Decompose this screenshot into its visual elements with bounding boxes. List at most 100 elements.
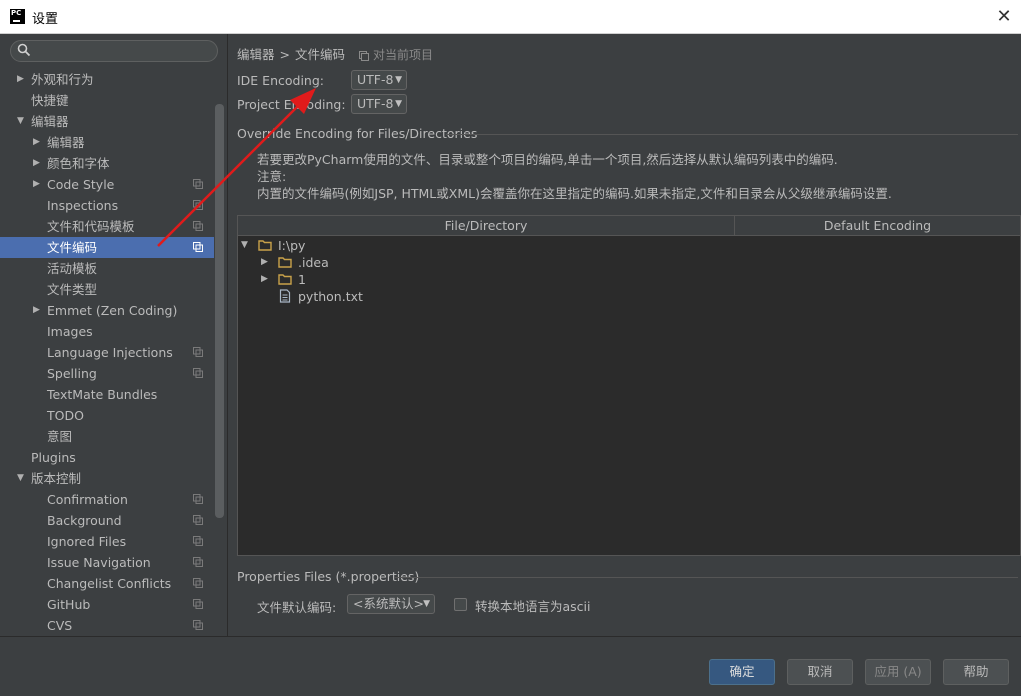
native-to-ascii-checkbox[interactable] — [454, 598, 467, 611]
ide-encoding-label: IDE Encoding: — [237, 73, 324, 88]
project-scope-icon — [193, 620, 203, 630]
project-encoding-select[interactable]: UTF-8 ▼ — [351, 94, 407, 114]
section-divider — [446, 134, 1018, 135]
project-scope-icon — [193, 515, 203, 525]
sidebar-item[interactable]: Images — [0, 321, 214, 342]
project-scope-icon — [193, 536, 203, 546]
sidebar-item-label: 编辑器 — [47, 135, 85, 150]
settings-content: 编辑器 > 文件编码 对当前项目 IDE Encoding: UTF-8 ▼ Pro… — [228, 34, 1021, 636]
expanded-arrow-icon[interactable]: ▼ — [17, 111, 27, 132]
apply-button[interactable]: 应用 (A) — [865, 659, 931, 685]
sidebar-item[interactable]: Inspections — [0, 195, 214, 216]
ide-encoding-select[interactable]: UTF-8 ▼ — [351, 70, 407, 90]
sidebar-item[interactable]: GitHub — [0, 594, 214, 615]
sidebar-item[interactable]: ▶ 颜色和字体 — [0, 153, 214, 174]
sidebar-item[interactable]: ▼ 编辑器 — [0, 111, 214, 132]
table-row[interactable]: ▼ I:\py — [238, 237, 734, 254]
sidebar-item-label: 版本控制 — [31, 471, 82, 486]
project-scope-icon — [193, 347, 203, 357]
file-name: I:\py — [278, 238, 306, 253]
sidebar-item[interactable]: Issue Navigation — [0, 552, 214, 573]
sidebar-item[interactable]: Plugins — [0, 447, 214, 468]
sidebar-item[interactable]: ▶ 外观和行为 — [0, 69, 214, 90]
collapsed-arrow-icon[interactable]: ▶ — [261, 254, 268, 271]
folder-icon — [278, 274, 292, 285]
collapsed-arrow-icon[interactable]: ▶ — [33, 174, 43, 195]
project-scope-icon — [193, 368, 203, 378]
ok-button[interactable]: 确定 — [709, 659, 775, 685]
sidebar-item[interactable]: TextMate Bundles — [0, 384, 214, 405]
collapsed-arrow-icon[interactable]: ▶ — [261, 271, 268, 288]
sidebar-item-label: Images — [47, 324, 93, 339]
chevron-down-icon: ▼ — [395, 75, 402, 85]
project-scope-icon — [193, 221, 203, 231]
project-encoding-value: UTF-8 — [357, 96, 394, 111]
close-icon[interactable]: ✕ — [993, 6, 1015, 28]
collapsed-arrow-icon[interactable]: ▶ — [33, 300, 43, 321]
breadcrumb: 编辑器 > 文件编码 对当前项目 — [237, 44, 433, 63]
sidebar-item-label: Language Injections — [47, 345, 173, 360]
column-header-file-directory[interactable]: File/Directory — [238, 216, 735, 235]
sidebar-item[interactable]: Spelling — [0, 363, 214, 384]
sidebar-item[interactable]: Background — [0, 510, 214, 531]
cancel-button[interactable]: 取消 — [787, 659, 853, 685]
collapsed-arrow-icon[interactable]: ▶ — [33, 132, 43, 153]
search-input[interactable] — [35, 42, 215, 62]
expanded-arrow-icon[interactable]: ▼ — [241, 237, 248, 254]
sidebar-item-label: Plugins — [31, 450, 76, 465]
sidebar-item[interactable]: 活动模板 — [0, 258, 214, 279]
sidebar-item[interactable]: 快捷键 — [0, 90, 214, 111]
file-name: python.txt — [298, 289, 363, 304]
collapsed-arrow-icon[interactable]: ▶ — [33, 153, 43, 174]
sidebar-item[interactable]: TODO — [0, 405, 214, 426]
description-line: 注意: — [257, 169, 287, 184]
settings-tree: ▶ 外观和行为 快捷键 ▼ 编辑器 ▶ 编辑器 ▶ 颜色和字体 ▶ Code Style Inspec… — [0, 69, 214, 636]
sidebar-item[interactable]: CVS — [0, 615, 214, 636]
sidebar-item[interactable]: ▼ 版本控制 — [0, 468, 214, 489]
properties-encoding-select[interactable]: <系统默认> ▼ — [347, 594, 435, 614]
sidebar-scrollbar[interactable] — [215, 104, 224, 518]
folder-icon — [258, 240, 272, 251]
sidebar-item[interactable]: 意图 — [0, 426, 214, 447]
sidebar-item-label: Spelling — [47, 366, 97, 381]
sidebar-item-label: 活动模板 — [47, 261, 98, 276]
scope-label: 对当前项目 — [373, 48, 434, 62]
table-row[interactable]: ▶ .idea — [238, 254, 734, 271]
sidebar-item-label: Issue Navigation — [47, 555, 151, 570]
column-header-default-encoding[interactable]: Default Encoding — [735, 216, 1020, 235]
sidebar-item[interactable]: Changelist Conflicts — [0, 573, 214, 594]
sidebar-item-label: 编辑器 — [31, 114, 69, 129]
sidebar-item-label: Code Style — [47, 177, 115, 192]
search-box[interactable] — [10, 40, 218, 62]
sidebar-item[interactable]: Ignored Files — [0, 531, 214, 552]
sidebar-item-label: TextMate Bundles — [47, 387, 158, 402]
sidebar-item-label: Emmet (Zen Coding) — [47, 303, 178, 318]
sidebar-item[interactable]: Language Injections — [0, 342, 214, 363]
expanded-arrow-icon[interactable]: ▼ — [17, 468, 27, 489]
table-row[interactable]: ▶ 1 — [238, 271, 734, 288]
help-button[interactable]: 帮助 — [943, 659, 1009, 685]
project-scope-icon — [193, 599, 203, 609]
sidebar-item-label: Confirmation — [47, 492, 128, 507]
sidebar-item[interactable]: 文件类型 — [0, 279, 214, 300]
sidebar-item-label: 文件编码 — [47, 240, 98, 255]
table-row[interactable]: python.txt — [238, 288, 734, 305]
native-to-ascii-label[interactable]: 转换本地语言为ascii — [475, 596, 591, 615]
sidebar-item[interactable]: ▶ Emmet (Zen Coding) — [0, 300, 214, 321]
description-line: 若要更改PyCharm使用的文件、目录或整个项目的编码,单击一个项目,然后选择从… — [257, 152, 838, 167]
sidebar-item-label: CVS — [47, 618, 73, 633]
search-icon — [17, 43, 31, 57]
properties-encoding-value: <系统默认> — [353, 596, 424, 611]
sidebar-item[interactable]: Confirmation — [0, 489, 214, 510]
table-header: File/Directory Default Encoding — [238, 216, 1020, 236]
sidebar-item[interactable]: 文件编码 — [0, 237, 214, 258]
project-scope-icon — [193, 494, 203, 504]
sidebar-item[interactable]: 文件和代码模板 — [0, 216, 214, 237]
properties-encoding-label: 文件默认编码: — [257, 600, 337, 615]
sidebar-item-label: Inspections — [47, 198, 119, 213]
breadcrumb-separator: > — [279, 47, 290, 62]
sidebar-item[interactable]: ▶ Code Style — [0, 174, 214, 195]
sidebar-item[interactable]: ▶ 编辑器 — [0, 132, 214, 153]
collapsed-arrow-icon[interactable]: ▶ — [17, 69, 27, 90]
sidebar-item-label: Background — [47, 513, 122, 528]
